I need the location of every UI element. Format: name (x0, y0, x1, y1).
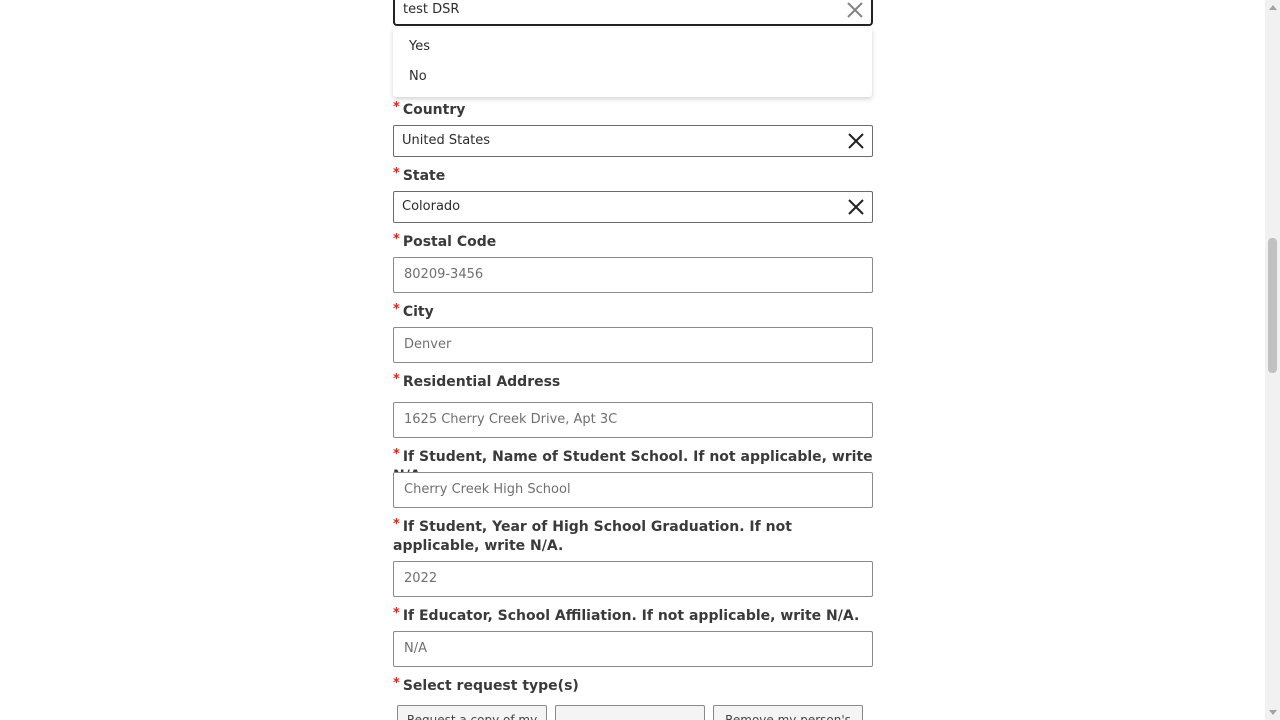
residential-address-input[interactable]: 1625 Cherry Creek Drive, Apt 3C (393, 402, 873, 438)
request-types-label: * Select request type(s) (393, 676, 579, 694)
country-value: United States (402, 133, 491, 148)
top-dropdown-value: test DSR (403, 2, 460, 17)
required-marker: * (393, 232, 400, 247)
request-copy-button[interactable]: Request a copy of my (397, 705, 547, 720)
required-marker: * (393, 606, 400, 621)
request-type-button[interactable] (555, 705, 705, 720)
graduation-year-label: * If Student, Year of High School Graduat… (393, 517, 792, 554)
required-marker: * (393, 447, 400, 462)
scroll-thumb[interactable] (1268, 238, 1277, 373)
remove-data-button[interactable]: Remove my person's (713, 705, 863, 720)
country-label: * Country (393, 100, 466, 118)
page-scrollbar[interactable] (1265, 0, 1280, 720)
yes-no-dropdown-menu: Yes No (393, 28, 872, 97)
dropdown-option-no[interactable]: No (409, 69, 427, 84)
student-school-input[interactable]: Cherry Creek High School (393, 472, 873, 508)
postal-code-input[interactable]: 80209-3456 (393, 257, 873, 293)
city-input[interactable]: Denver (393, 327, 873, 363)
country-select[interactable]: United States (393, 125, 873, 157)
scroll-down-arrow-icon[interactable] (1269, 710, 1277, 715)
dropdown-option-yes[interactable]: Yes (409, 39, 430, 54)
top-dropdown-field[interactable]: test DSR (393, 0, 873, 26)
postal-code-label: * Postal Code (393, 232, 497, 250)
close-icon[interactable] (846, 131, 866, 151)
required-marker: * (393, 100, 400, 115)
required-marker: * (393, 517, 400, 532)
required-marker: * (393, 676, 400, 691)
state-select[interactable]: Colorado (393, 191, 873, 223)
close-icon[interactable] (845, 0, 865, 20)
scroll-up-arrow-icon[interactable] (1269, 5, 1277, 10)
state-value: Colorado (402, 199, 461, 214)
required-marker: * (393, 372, 400, 387)
graduation-year-input[interactable]: 2022 (393, 561, 873, 597)
educator-affiliation-label: * If Educator, School Affiliation. If not… (393, 606, 860, 624)
residential-address-label: * Residential Address (393, 372, 561, 390)
close-icon[interactable] (846, 197, 866, 217)
state-label: * State (393, 166, 446, 184)
required-marker: * (393, 166, 400, 181)
educator-affiliation-input[interactable]: N/A (393, 631, 873, 667)
required-marker: * (393, 302, 400, 317)
city-label: * City (393, 302, 434, 320)
